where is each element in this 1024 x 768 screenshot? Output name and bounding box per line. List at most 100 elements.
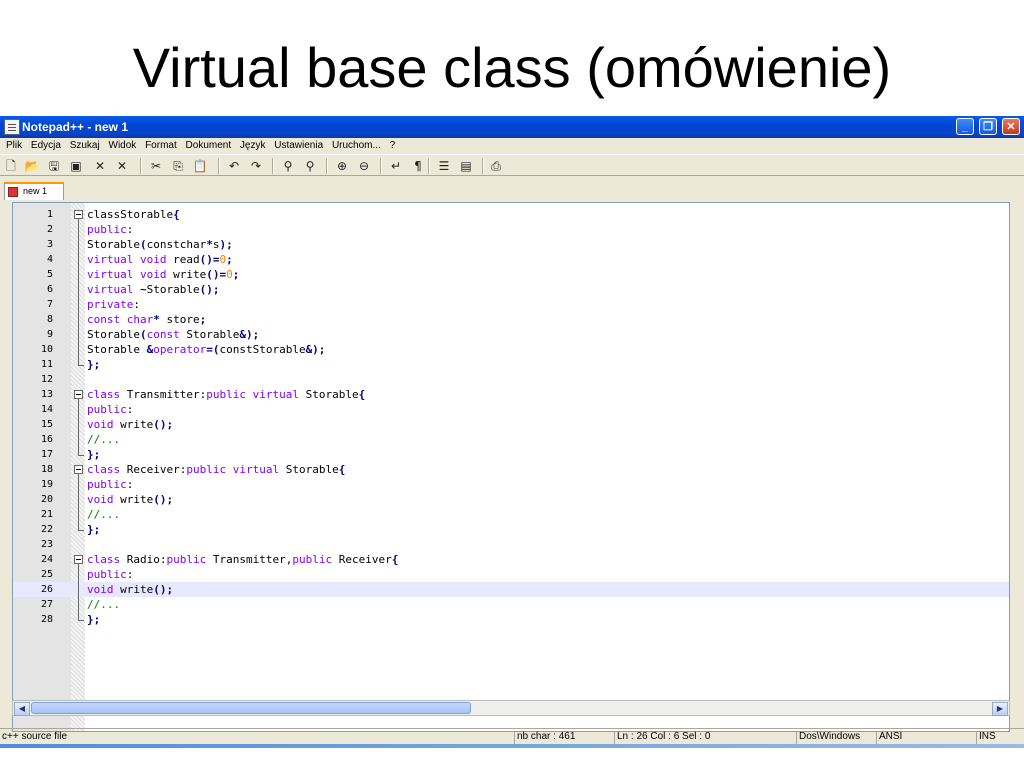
fold-guide-line xyxy=(78,474,79,530)
line-number: 19 xyxy=(40,479,53,490)
code-line[interactable]: 23 xyxy=(13,537,1009,552)
line-number: 24 xyxy=(40,554,53,565)
code-text: //... xyxy=(87,433,121,446)
code-line[interactable]: 6 virtual ~Storable(); xyxy=(13,282,1009,297)
status-file-type: c++ source file xyxy=(2,731,68,742)
fold-toggle-icon[interactable] xyxy=(74,555,83,564)
code-line[interactable]: 2 public: xyxy=(13,222,1009,237)
minimize-button[interactable]: _ xyxy=(956,118,974,135)
save-all-icon[interactable]: ▣ xyxy=(68,158,84,174)
notepad-icon xyxy=(4,119,20,135)
menu-ustawienia[interactable]: Ustawienia xyxy=(274,138,323,154)
menu-jezyk[interactable]: Język xyxy=(240,138,266,154)
print-icon[interactable]: ⎙ xyxy=(488,158,504,174)
code-line[interactable]: 4 virtual void read()=0; xyxy=(13,252,1009,267)
code-line[interactable]: 15 void write(); xyxy=(13,417,1009,432)
redo-icon[interactable]: ↷ xyxy=(248,158,264,174)
save-icon[interactable]: 🖫 xyxy=(46,158,62,174)
fold-guide-line xyxy=(78,564,79,620)
tab-label: new 1 xyxy=(23,186,48,196)
tab-bar: new 1 xyxy=(0,178,1024,200)
scrollbar-thumb[interactable] xyxy=(31,702,471,714)
code-line[interactable]: 5 virtual void write()=0; xyxy=(13,267,1009,282)
replace-icon[interactable]: ⚲ xyxy=(302,158,318,174)
cut-icon[interactable]: ✂ xyxy=(148,158,164,174)
code-line[interactable]: 27 //... xyxy=(13,597,1009,612)
code-text: private: xyxy=(87,298,140,311)
line-number: 23 xyxy=(40,539,53,550)
code-line[interactable]: 9 Storable(const Storable&); xyxy=(13,327,1009,342)
code-line[interactable]: 7 private: xyxy=(13,297,1009,312)
indent-guide-icon[interactable]: ☰ xyxy=(436,158,452,174)
new-file-icon[interactable]: 🗋 xyxy=(3,158,19,174)
title-bar[interactable]: Notepad++ - new 1 _ ❐ ✕ xyxy=(0,116,1024,138)
line-number: 9 xyxy=(46,329,53,340)
show-all-chars-icon[interactable]: ¶ xyxy=(410,158,426,174)
zoom-in-icon[interactable]: ⊕ xyxy=(334,158,350,174)
user-lang-icon[interactable]: ▤ xyxy=(458,158,474,174)
horizontal-scrollbar[interactable]: ◀ ▶ xyxy=(12,700,1010,716)
close-button[interactable]: ✕ xyxy=(1002,118,1020,135)
code-line[interactable]: 26 void write(); xyxy=(13,582,1009,597)
maximize-button[interactable]: ❐ xyxy=(979,118,997,135)
code-line[interactable]: 25 public: xyxy=(13,567,1009,582)
undo-icon[interactable]: ↶ xyxy=(226,158,242,174)
line-number: 1 xyxy=(46,209,53,220)
menu-szukaj[interactable]: Szukaj xyxy=(70,138,100,154)
code-line[interactable]: 14 public: xyxy=(13,402,1009,417)
open-folder-icon[interactable]: 📂 xyxy=(24,158,40,174)
code-line[interactable]: 28}; xyxy=(13,612,1009,627)
scroll-left-icon[interactable]: ◀ xyxy=(14,702,30,716)
code-line[interactable]: 22}; xyxy=(13,522,1009,537)
code-line[interactable]: 12 xyxy=(13,372,1009,387)
unsaved-file-icon xyxy=(8,187,18,197)
code-line[interactable]: 10 Storable &operator=(constStorable&); xyxy=(13,342,1009,357)
code-line[interactable]: 19 public: xyxy=(13,477,1009,492)
taskbar-strip xyxy=(0,744,1024,768)
close-icon[interactable]: ✕ xyxy=(92,158,108,174)
code-line[interactable]: 13 class Transmitter:public virtual Stora… xyxy=(13,387,1009,402)
menu-help[interactable]: ? xyxy=(390,138,396,154)
fold-toggle-icon[interactable] xyxy=(74,210,83,219)
menu-plik[interactable]: Plik xyxy=(6,138,22,154)
status-bar: c++ source file nb char : 461 Ln : 26 Co… xyxy=(0,728,1024,745)
status-cursor-position: Ln : 26 Col : 6 Sel : 0 xyxy=(614,731,795,744)
taskbar-edge xyxy=(0,744,1024,748)
code-line[interactable]: 21 //... xyxy=(13,507,1009,522)
code-line[interactable]: 1 classStorable{ xyxy=(13,207,1009,222)
scroll-right-icon[interactable]: ▶ xyxy=(992,702,1008,716)
fold-toggle-icon[interactable] xyxy=(74,465,83,474)
code-line[interactable]: 17}; xyxy=(13,447,1009,462)
toolbar-separator xyxy=(326,158,328,174)
close-all-icon[interactable]: ✕ xyxy=(114,158,130,174)
menu-edycja[interactable]: Edycja xyxy=(31,138,61,154)
paste-icon[interactable]: 📋 xyxy=(192,158,208,174)
menu-bar: Plik Edycja Szukaj Widok Format Dokument… xyxy=(0,138,1024,154)
fold-toggle-icon[interactable] xyxy=(74,390,83,399)
toolbar: 🗋 📂 🖫 ▣ ✕ ✕ ✂ ⎘ 📋 ↶ ↷ ⚲ ⚲ ⊕ ⊖ ↵ ¶ ☰ ▤ ⎙ xyxy=(0,154,1024,176)
toolbar-separator xyxy=(380,158,382,174)
code-line[interactable]: 11}; xyxy=(13,357,1009,372)
wrap-icon[interactable]: ↵ xyxy=(388,158,404,174)
menu-widok[interactable]: Widok xyxy=(109,138,137,154)
code-text: virtual void read()=0; xyxy=(87,253,233,266)
code-line[interactable]: 20 void write(); xyxy=(13,492,1009,507)
code-text: void write(); xyxy=(87,418,174,431)
line-number: 25 xyxy=(40,569,53,580)
menu-dokument[interactable]: Dokument xyxy=(186,138,232,154)
find-icon[interactable]: ⚲ xyxy=(280,158,296,174)
code-line[interactable]: 24 class Radio:public Transmitter,public … xyxy=(13,552,1009,567)
code-line[interactable]: 18 class Receiver:public virtual Storable… xyxy=(13,462,1009,477)
menu-format[interactable]: Format xyxy=(145,138,177,154)
code-editor[interactable]: 1 classStorable{2 public: 3 Storable(constch… xyxy=(12,202,1010,732)
copy-icon[interactable]: ⎘ xyxy=(170,158,186,174)
code-line[interactable]: 16 //... xyxy=(13,432,1009,447)
line-number: 14 xyxy=(40,404,53,415)
slide-title: Virtual base class (omówienie) xyxy=(132,36,892,99)
menu-uruchom[interactable]: Uruchom... xyxy=(332,138,381,154)
line-number: 28 xyxy=(40,614,53,625)
code-line[interactable]: 3 Storable(constchar*s); xyxy=(13,237,1009,252)
zoom-out-icon[interactable]: ⊖ xyxy=(356,158,372,174)
tab-new-1[interactable]: new 1 xyxy=(4,182,64,200)
code-line[interactable]: 8 const char* store; xyxy=(13,312,1009,327)
